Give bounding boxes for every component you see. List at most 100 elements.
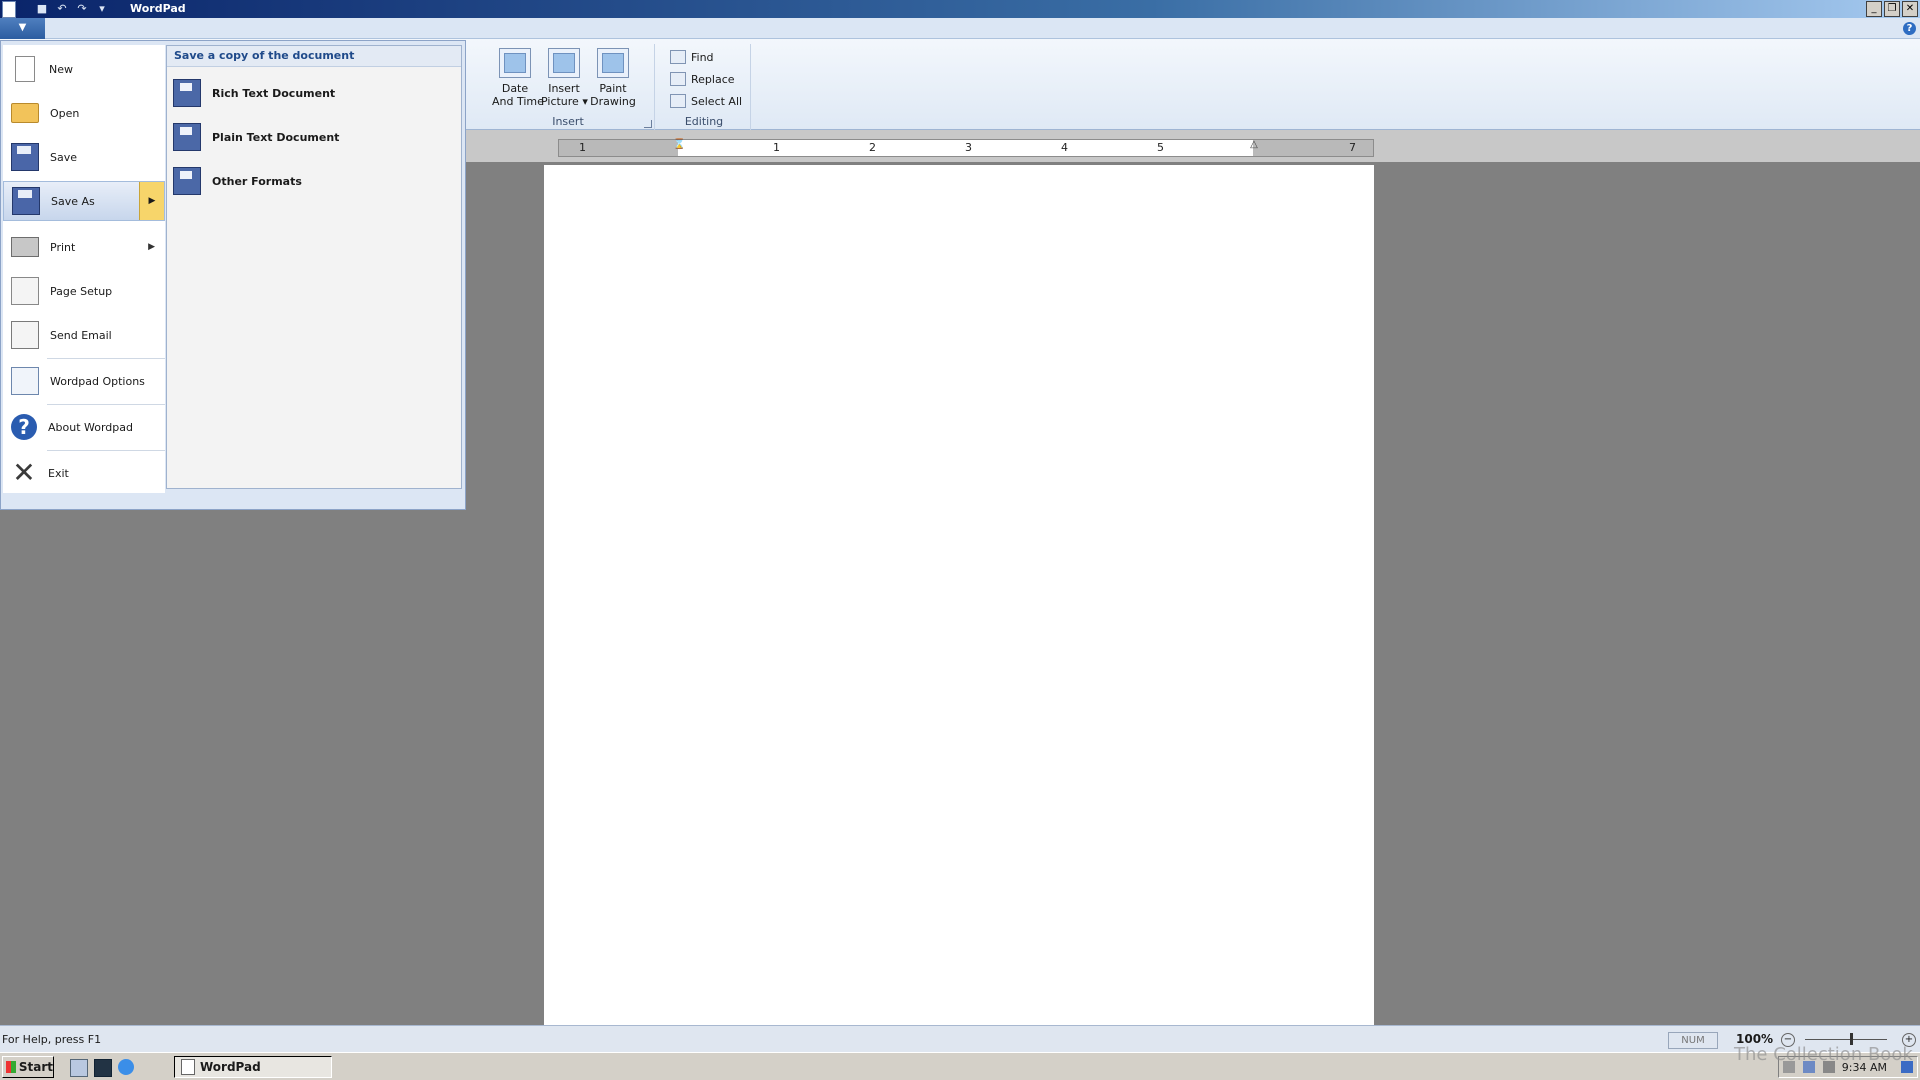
title-bar: ■ ↶ ↷ ▾ WordPad _ ❐ ✕ <box>0 0 1920 18</box>
menu-item-label: New <box>49 62 73 76</box>
ruler-left-margin <box>559 140 678 156</box>
select-all-icon <box>670 94 686 108</box>
menu-item-new[interactable]: New <box>3 49 165 89</box>
binoculars-icon <box>670 50 686 64</box>
window-title: WordPad <box>130 2 186 15</box>
save-icon <box>11 143 39 171</box>
powershell-icon[interactable] <box>94 1059 112 1077</box>
submenu-item-plain-text-document[interactable]: Plain Text Document <box>173 120 453 154</box>
ruler-number: 7 <box>1349 141 1356 154</box>
zoom-slider[interactable] <box>1805 1039 1887 1040</box>
submenu-item-label: Other Formats <box>212 174 302 188</box>
submenu-item-label: Rich Text Document <box>212 86 336 100</box>
menu-item-label: Exit <box>48 466 69 480</box>
insert-dialog-launcher[interactable] <box>644 120 652 128</box>
replace-button[interactable]: Replace <box>670 72 735 86</box>
menu-separator <box>47 358 165 359</box>
exit-icon: ✕ <box>12 456 36 489</box>
menu-item-label: Open <box>50 106 80 120</box>
menu-item-about-wordpad[interactable]: ? About Wordpad <box>3 407 165 447</box>
menu-item-open[interactable]: Open <box>3 93 165 133</box>
redo-icon[interactable]: ↷ <box>74 2 90 16</box>
ruler[interactable]: 1 1 2 3 4 5 7 ⌛ △ <box>558 139 1374 157</box>
calendar-clock-icon <box>499 48 531 78</box>
replace-label: Replace <box>691 72 735 86</box>
menu-item-page-setup[interactable]: Page Setup <box>3 271 165 311</box>
paint-drawing-button[interactable]: Paint Drawing <box>590 48 636 108</box>
printer-icon <box>11 237 39 257</box>
save-icon[interactable]: ■ <box>34 2 50 16</box>
menu-item-label: Save As <box>51 194 95 208</box>
date-and-time-button[interactable]: Date And Time <box>492 48 544 108</box>
watermark: The Collection Book <box>1734 1044 1913 1065</box>
server-manager-icon[interactable] <box>70 1059 88 1077</box>
taskbar-wordpad-button[interactable]: WordPad <box>174 1056 332 1078</box>
page-setup-icon <box>11 277 39 305</box>
options-icon <box>11 367 39 395</box>
insert-picture-button[interactable]: Insert Picture ▾ <box>541 48 588 108</box>
internet-explorer-icon[interactable] <box>118 1059 134 1075</box>
submenu-arrow-icon[interactable]: ▶ <box>139 182 164 220</box>
application-menu-button[interactable]: ▼ <box>0 18 45 40</box>
wordpad-app-icon[interactable] <box>2 1 16 18</box>
help-icon[interactable]: ? <box>1903 22 1916 35</box>
status-help-text: For Help, press F1 <box>2 1033 102 1046</box>
submenu-item-label: Plain Text Document <box>212 130 340 144</box>
menu-item-wordpad-options[interactable]: Wordpad Options <box>3 361 165 401</box>
application-menu: New Open Save Save As ▶ Print ▶ Page Set… <box>0 40 466 510</box>
insert-picture-label: Insert Picture ▾ <box>541 82 588 108</box>
select-all-button[interactable]: Select All <box>670 94 742 108</box>
submenu-arrow-icon: ▶ <box>148 242 155 252</box>
new-document-icon <box>15 56 35 82</box>
open-folder-icon <box>11 103 39 123</box>
taskbar: Start WordPad 9:34 AM <box>0 1052 1920 1080</box>
minimize-button[interactable]: _ <box>1866 1 1882 17</box>
email-icon <box>11 321 39 349</box>
right-indent-marker[interactable]: △ <box>1249 139 1259 155</box>
paint-drawing-label: Paint Drawing <box>590 82 636 108</box>
menu-item-save[interactable]: Save <box>3 137 165 177</box>
insert-group-label: Insert <box>552 115 584 128</box>
editing-group: Find Replace Select All Editing <box>658 44 751 130</box>
other-formats-icon <box>173 167 201 195</box>
rtf-save-icon <box>173 79 201 107</box>
menu-item-label: Save <box>50 150 78 164</box>
customize-icon[interactable]: ▾ <box>94 2 110 16</box>
window-controls: _ ❐ ✕ <box>1866 1 1918 17</box>
date-and-time-label: Date And Time <box>492 82 544 108</box>
start-button[interactable]: Start <box>2 1056 54 1078</box>
menu-item-label: About Wordpad <box>48 420 133 434</box>
left-indent-marker[interactable]: ⌛ <box>673 139 685 155</box>
quick-access-toolbar: ■ ↶ ↷ ▾ <box>34 2 110 16</box>
menu-item-label: Send Email <box>50 328 112 342</box>
status-bar: For Help, press F1 NUM 100% − + <box>0 1025 1920 1053</box>
insert-group: Date And Time Insert Picture ▾ Paint Dra… <box>482 44 655 130</box>
task-label: WordPad <box>200 1060 261 1074</box>
document-page[interactable] <box>544 165 1374 1025</box>
txt-save-icon <box>173 123 201 151</box>
menu-item-label: Print <box>50 240 76 254</box>
menu-item-save-as[interactable]: Save As ▶ <box>3 181 165 221</box>
menu-item-label: Page Setup <box>50 284 113 298</box>
submenu-item-other-formats[interactable]: Other Formats <box>173 164 453 198</box>
application-menu-commands: New Open Save Save As ▶ Print ▶ Page Set… <box>3 45 165 493</box>
ruler-number: 1 <box>773 141 780 154</box>
save-as-submenu: Save a copy of the document Rich Text Do… <box>166 45 462 489</box>
menu-item-exit[interactable]: ✕ Exit <box>3 453 165 493</box>
help-icon: ? <box>11 414 37 440</box>
paint-icon <box>597 48 629 78</box>
submenu-item-rich-text-document[interactable]: Rich Text Document <box>173 76 453 110</box>
menu-item-label: Wordpad Options <box>50 374 145 388</box>
windows-flag-icon <box>6 1061 16 1073</box>
menu-item-print[interactable]: Print ▶ <box>3 227 165 267</box>
close-button[interactable]: ✕ <box>1902 1 1918 17</box>
menu-item-send-email[interactable]: Send Email <box>3 315 165 355</box>
ruler-number: 1 <box>579 141 586 154</box>
menu-separator <box>47 404 165 405</box>
find-button[interactable]: Find <box>670 50 714 64</box>
restore-button[interactable]: ❐ <box>1884 1 1900 17</box>
undo-icon[interactable]: ↶ <box>54 2 70 16</box>
num-lock-indicator: NUM <box>1668 1032 1718 1049</box>
menu-separator <box>47 450 165 451</box>
wordpad-icon <box>181 1059 195 1075</box>
